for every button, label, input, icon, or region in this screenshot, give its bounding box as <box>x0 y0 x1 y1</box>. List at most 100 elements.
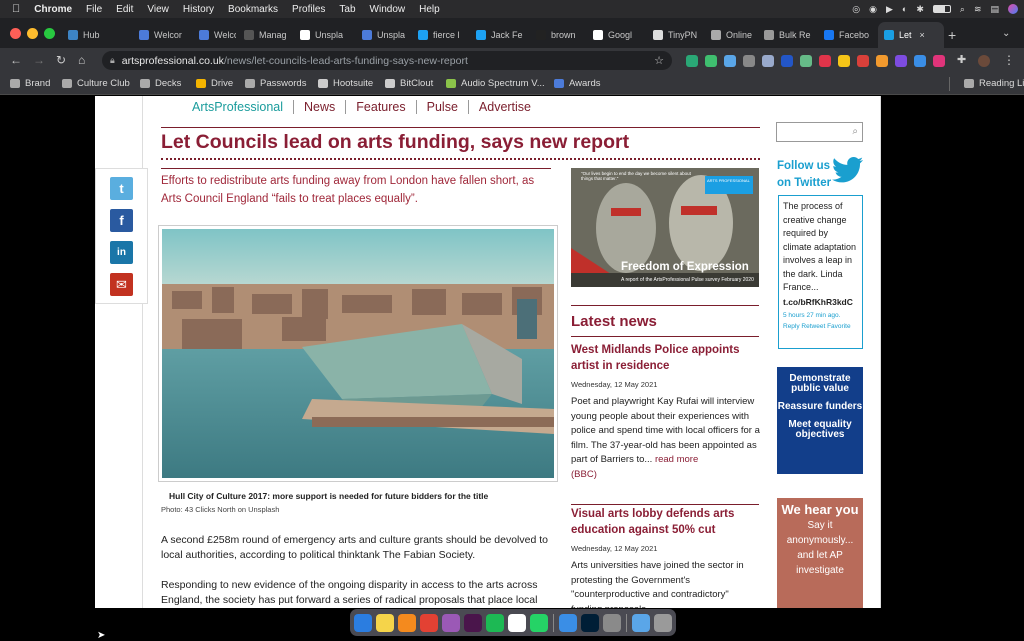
tab-1[interactable]: Welcor <box>133 22 191 48</box>
dock-photoshop-icon[interactable] <box>581 613 599 632</box>
follow-twitter-link[interactable]: Follow us on Twitter <box>777 158 831 192</box>
status-share-icon[interactable]: ◉ <box>869 4 877 15</box>
dock-figma-icon[interactable] <box>442 613 460 632</box>
search-icon[interactable]: ⌕ <box>960 4 965 15</box>
tab-2[interactable]: Welcor <box>193 22 236 48</box>
tab-search-icon[interactable]: ⌄ <box>1002 28 1010 39</box>
extension-icon-8[interactable] <box>819 55 831 67</box>
extension-icon-14[interactable] <box>933 55 945 67</box>
dock-mail-icon[interactable] <box>559 613 577 632</box>
dock-chrome-icon[interactable] <box>420 613 438 632</box>
tab-4[interactable]: Unspla <box>294 22 354 48</box>
news-source-link[interactable]: (BBC) <box>571 469 597 480</box>
bookmark-item[interactable]: Brand <box>10 78 50 89</box>
tab-13[interactable]: Facebo <box>818 22 876 48</box>
tab-0[interactable]: Hub <box>62 22 131 48</box>
nav-pulse[interactable]: Pulse <box>417 100 469 114</box>
nav-news[interactable]: News <box>294 100 347 114</box>
bookmark-item[interactable]: Passwords <box>245 78 306 89</box>
tab-7[interactable]: Jack Fe <box>470 22 528 48</box>
bookmark-item[interactable]: Awards <box>554 78 601 89</box>
dock-whatsapp-icon[interactable] <box>530 613 548 632</box>
search-icon[interactable]: ⌕ <box>852 126 858 137</box>
extension-icon-11[interactable] <box>876 55 888 67</box>
tab-14[interactable]: Let × <box>878 22 944 48</box>
menu-view[interactable]: View <box>147 4 169 15</box>
dock-folder-icon[interactable] <box>632 613 650 632</box>
zoom-window-button[interactable] <box>44 28 55 39</box>
play-icon[interactable]: ▶ <box>886 4 893 15</box>
article-image[interactable] <box>158 225 558 482</box>
news-title[interactable]: West Midlands Police appoints artist in … <box>571 342 761 374</box>
menu-file[interactable]: File <box>86 4 102 15</box>
apple-icon[interactable]:  <box>12 3 20 15</box>
read-more-link[interactable]: read more <box>655 454 698 465</box>
tweet-actions[interactable]: Reply Retweet Favorite <box>783 322 858 331</box>
tab-9[interactable]: Googl <box>587 22 645 48</box>
forward-button[interactable]: → <box>33 53 45 67</box>
menu-window[interactable]: Window <box>370 4 406 15</box>
extension-icon-3[interactable] <box>724 55 736 67</box>
extension-icon-4[interactable] <box>743 55 755 67</box>
extensions-puzzle-icon[interactable]: ✚ <box>957 53 966 66</box>
bookmark-item[interactable]: Hootsuite <box>318 78 373 89</box>
menu-tab[interactable]: Tab <box>339 4 355 15</box>
extension-icon-9[interactable] <box>838 55 850 67</box>
linkedin-share-icon[interactable]: in <box>110 241 133 264</box>
bookmark-item[interactable]: Decks <box>140 78 181 89</box>
extension-icon-12[interactable] <box>895 55 907 67</box>
reload-button[interactable]: ↻ <box>56 53 66 67</box>
nav-advertise[interactable]: Advertise <box>469 100 541 114</box>
extension-icon-7[interactable] <box>800 55 812 67</box>
twitter-share-icon[interactable]: t <box>110 177 133 200</box>
extension-icon-6[interactable] <box>781 55 793 67</box>
battery-icon[interactable] <box>932 5 951 13</box>
menu-help[interactable]: Help <box>419 4 440 15</box>
tab-5[interactable]: Unspla <box>356 22 410 48</box>
bookmark-item[interactable]: Audio Spectrum V... <box>446 78 545 89</box>
tab-3[interactable]: Manag <box>238 22 292 48</box>
tweet-link[interactable]: t.co/bRfKhR3kdC <box>783 296 858 310</box>
dock-notion-icon[interactable] <box>508 613 526 632</box>
dock-preview-icon[interactable] <box>603 613 621 632</box>
siri-icon[interactable] <box>1008 4 1018 14</box>
dock-trash-icon[interactable] <box>654 613 672 632</box>
status-circle-icon[interactable]: ◎ <box>852 4 860 15</box>
we-hear-you-ad[interactable]: We hear you Say it anonymously... and le… <box>777 498 863 608</box>
home-button[interactable]: ⌂ <box>78 53 85 67</box>
bookmark-item[interactable]: Drive <box>196 78 233 89</box>
tweet-time[interactable]: 5 hours 27 min ago. <box>783 311 858 320</box>
dock-slack-icon[interactable] <box>464 613 482 632</box>
tab-10[interactable]: TinyPN <box>647 22 703 48</box>
wifi-icon[interactable]: ≋ <box>974 4 982 15</box>
tab-11[interactable]: Online <box>705 22 756 48</box>
extension-icon-1[interactable] <box>686 55 698 67</box>
bookmark-item[interactable]: BitClout <box>385 78 433 89</box>
control-center-icon[interactable]: ▤ <box>990 4 999 15</box>
reading-list[interactable]: Reading List <box>964 78 1024 89</box>
menu-edit[interactable]: Edit <box>116 4 133 15</box>
tab-6[interactable]: fierce l <box>412 22 468 48</box>
dock-spotify-icon[interactable] <box>486 613 504 632</box>
dock-sublime-icon[interactable] <box>398 613 416 632</box>
public-value-ad[interactable]: Demonstrate public value Reassure funder… <box>777 367 863 474</box>
freedom-of-expression-promo[interactable]: "Our lives begin to end the day we becom… <box>571 168 759 287</box>
volume-icon[interactable]: ◐ <box>902 4 907 14</box>
app-menu-chrome[interactable]: Chrome <box>34 4 72 15</box>
menu-profiles[interactable]: Profiles <box>292 4 325 15</box>
dock-finder-icon[interactable] <box>354 613 372 632</box>
bookmark-item[interactable]: Culture Club <box>62 78 130 89</box>
close-tab-icon[interactable]: × <box>920 30 925 40</box>
menu-history[interactable]: History <box>183 4 214 15</box>
extension-icon-10[interactable] <box>857 55 869 67</box>
menu-bookmarks[interactable]: Bookmarks <box>228 4 278 15</box>
minimize-window-button[interactable] <box>27 28 38 39</box>
nav-artsprofessional[interactable]: ArtsProfessional <box>192 100 295 114</box>
new-tab-button[interactable]: + <box>948 27 956 43</box>
extension-icon-2[interactable] <box>705 55 717 67</box>
email-share-icon[interactable]: ✉ <box>110 273 133 296</box>
nav-features[interactable]: Features <box>346 100 417 114</box>
close-window-button[interactable] <box>10 28 21 39</box>
address-bar[interactable]: 🔒︎ artsprofessional.co.uk/news/let-counc… <box>102 51 672 70</box>
extension-icon-13[interactable] <box>914 55 926 67</box>
